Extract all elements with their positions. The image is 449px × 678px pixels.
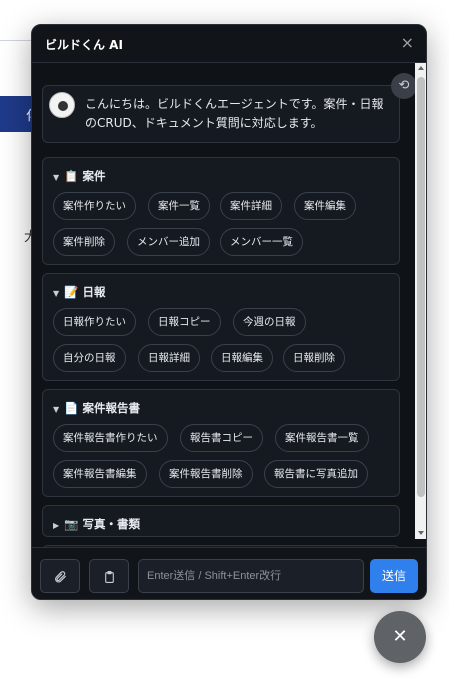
message-list: こんにちは。ビルドくんエージェントです。案件・日報のCRUD、ドキュメント質問に… <box>42 73 412 565</box>
section-title: 案件 <box>82 169 106 183</box>
close-icon: ✕ <box>392 626 408 647</box>
chip-daily-create[interactable]: 日報作りたい <box>53 308 136 336</box>
document-emoji-icon: 📄 <box>64 401 79 415</box>
caret-down-icon: ▼ <box>53 289 60 298</box>
chat-body: こんにちは。ビルドくんエージェントです。案件・日報のCRUD、ドキュメント質問に… <box>32 63 426 565</box>
send-button[interactable]: 送信 <box>370 559 418 593</box>
chat-panel: ビルドくん AI × こんにちは。ビルドくんエージェントです。案件・日報のCRU… <box>31 24 427 600</box>
chip-member-list[interactable]: メンバー一覧 <box>220 228 303 256</box>
clipboard-button[interactable] <box>89 559 129 593</box>
chip-daily-edit[interactable]: 日報編集 <box>211 344 273 372</box>
chip-member-add[interactable]: メンバー追加 <box>127 228 210 256</box>
background-nav-bar: 化 <box>0 96 39 132</box>
section-header-cases[interactable]: ▼ 📋 案件 <box>53 168 105 184</box>
message-input[interactable]: Enter送信 / Shift+Enter改行 <box>138 559 364 593</box>
fab-close-button[interactable]: ✕ <box>374 611 426 663</box>
clipboard-emoji-icon: 📋 <box>64 169 79 183</box>
chip-daily-copy[interactable]: 日報コピー <box>148 308 221 336</box>
chip-report-copy[interactable]: 報告書コピー <box>180 424 263 452</box>
refresh-icon[interactable]: ⟲ <box>391 73 417 99</box>
chat-footer: Enter送信 / Shift+Enter改行 送信 <box>32 547 426 599</box>
chip-report-delete[interactable]: 案件報告書削除 <box>159 460 253 488</box>
chip-report-create[interactable]: 案件報告書作りたい <box>53 424 168 452</box>
section-reports: ▼ 📄 案件報告書 案件報告書作りたい 報告書コピー 案件報告書一覧 案件報告書編集… <box>42 389 400 497</box>
chip-report-add-photo[interactable]: 報告書に写真追加 <box>264 460 368 488</box>
camera-emoji-icon: 📷 <box>64 517 79 531</box>
chat-title: ビルドくん AI <box>45 38 123 52</box>
chip-case-detail[interactable]: 案件詳細 <box>220 192 282 220</box>
section-header-daily[interactable]: ▼ 📝 日報 <box>53 284 105 300</box>
chip-daily-mine[interactable]: 自分の日報 <box>53 344 126 372</box>
section-title: 日報 <box>82 285 106 299</box>
avatar <box>49 92 75 118</box>
scroll-up-icon[interactable] <box>418 66 424 70</box>
memo-emoji-icon: 📝 <box>64 285 79 299</box>
chip-daily-detail[interactable]: 日報詳細 <box>138 344 200 372</box>
clipboard-icon <box>104 571 114 583</box>
section-cases: ▼ 📋 案件 案件作りたい 案件一覧 案件詳細 案件編集 案件削除 メンバー追加 メ… <box>42 157 400 265</box>
chip-case-delete[interactable]: 案件削除 <box>53 228 115 256</box>
caret-down-icon: ▼ <box>53 173 60 182</box>
chip-case-edit[interactable]: 案件編集 <box>294 192 356 220</box>
section-daily: ▼ 📝 日報 日報作りたい 日報コピー 今週の日報 自分の日報 日報詳細 日報編集 … <box>42 273 400 381</box>
caret-right-icon: ▶ <box>53 521 60 530</box>
chip-daily-delete[interactable]: 日報削除 <box>283 344 345 372</box>
chip-daily-this-week[interactable]: 今週の日報 <box>233 308 306 336</box>
section-title: 案件報告書 <box>82 401 140 415</box>
attach-button[interactable] <box>40 559 80 593</box>
chat-header: ビルドくん AI × <box>32 25 426 63</box>
section-photos: ▶ 📷 写真・書類 <box>42 505 400 537</box>
close-icon[interactable]: × <box>401 33 414 52</box>
greeting-message: こんにちは。ビルドくんエージェントです。案件・日報のCRUD、ドキュメント質問に… <box>42 85 400 143</box>
section-header-photos[interactable]: ▶ 📷 写真・書類 <box>53 516 140 532</box>
caret-down-icon: ▼ <box>53 405 60 414</box>
chip-report-list[interactable]: 案件報告書一覧 <box>275 424 369 452</box>
chip-case-list[interactable]: 案件一覧 <box>148 192 210 220</box>
chip-case-create[interactable]: 案件作りたい <box>53 192 136 220</box>
chip-report-edit[interactable]: 案件報告書編集 <box>53 460 147 488</box>
paperclip-icon <box>55 571 66 583</box>
scrollbar[interactable] <box>415 63 426 539</box>
section-title: 写真・書類 <box>82 517 140 531</box>
greeting-text: こんにちは。ビルドくんエージェントです。案件・日報のCRUD、ドキュメント質問に… <box>85 97 384 130</box>
scroll-down-icon[interactable] <box>418 531 424 535</box>
section-header-reports[interactable]: ▼ 📄 案件報告書 <box>53 400 140 416</box>
scrollbar-thumb[interactable] <box>417 77 425 497</box>
